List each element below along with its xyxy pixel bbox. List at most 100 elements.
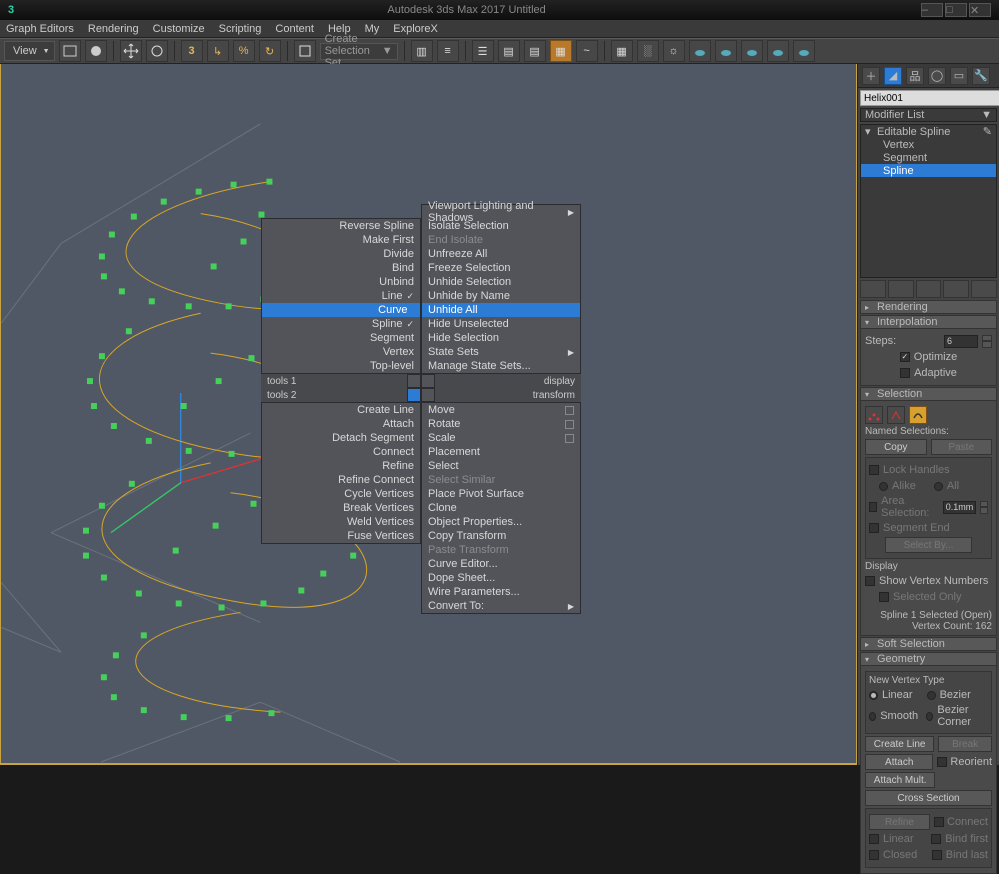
- tab-create[interactable]: ＋: [862, 67, 880, 85]
- q-refine-connect[interactable]: Refine Connect: [262, 473, 420, 487]
- adaptive-checkbox[interactable]: [900, 368, 910, 378]
- modifier-stack[interactable]: ▾Editable Spline✎ Vertex Segment Spline: [860, 124, 997, 278]
- q-select[interactable]: Select: [422, 459, 580, 473]
- move-tool[interactable]: [120, 40, 142, 62]
- linear-radio[interactable]: [869, 691, 878, 700]
- render-button[interactable]: [85, 40, 107, 62]
- q-unhide-by-name[interactable]: Unhide by Name: [422, 289, 580, 303]
- snap-toggle-button[interactable]: %: [233, 40, 255, 62]
- material-editor-button[interactable]: ~: [576, 40, 598, 62]
- selection-set-dropdown[interactable]: Create Selection Set▼: [320, 43, 398, 60]
- q-make-first[interactable]: Make First: [262, 233, 420, 247]
- optimize-checkbox[interactable]: [900, 352, 910, 362]
- teapot3-button[interactable]: [741, 40, 763, 62]
- tab-display[interactable]: ▭: [950, 67, 968, 85]
- pin-stack-button[interactable]: [860, 280, 886, 298]
- q-scale[interactable]: Scale: [422, 431, 580, 445]
- q-bind[interactable]: Bind: [262, 261, 420, 275]
- q-line[interactable]: Line✓: [262, 289, 420, 303]
- q-connect[interactable]: Connect: [262, 445, 420, 459]
- q-viewport-lighting[interactable]: Viewport Lighting and Shadows▶: [422, 205, 580, 219]
- q-move[interactable]: Move: [422, 403, 580, 417]
- smooth-radio[interactable]: [869, 712, 876, 721]
- q-spline[interactable]: Spline✓: [262, 317, 420, 331]
- q-hide-unselected[interactable]: Hide Unselected: [422, 317, 580, 331]
- teapot2-button[interactable]: [715, 40, 737, 62]
- teapot4-button[interactable]: [767, 40, 789, 62]
- q-break-vertices[interactable]: Break Vertices: [262, 501, 420, 515]
- render-setup-button[interactable]: [59, 40, 81, 62]
- rollout-selection[interactable]: ▾Selection: [860, 387, 997, 401]
- rollout-geometry[interactable]: ▾Geometry: [860, 652, 997, 666]
- viewport[interactable]: Reverse Spline Make First Divide Bind Un…: [0, 64, 857, 765]
- q-unbind[interactable]: Unbind: [262, 275, 420, 289]
- teapot5-button[interactable]: [793, 40, 815, 62]
- modifier-list-dropdown[interactable]: Modifier List▼: [860, 108, 997, 122]
- q-curve[interactable]: Curve: [262, 303, 420, 317]
- q-copy-transform[interactable]: Copy Transform: [422, 529, 580, 543]
- menu-graph-editors[interactable]: Graph Editors: [6, 23, 74, 35]
- scene-explorer-button[interactable]: ▤: [498, 40, 520, 62]
- show-vertex-numbers-checkbox[interactable]: [865, 576, 875, 586]
- q-curve-editor[interactable]: Curve Editor...: [422, 557, 580, 571]
- menu-scripting[interactable]: Scripting: [219, 23, 262, 35]
- maximize-button[interactable]: □: [945, 3, 967, 17]
- edit-named-sel-button[interactable]: [294, 40, 316, 62]
- rendered-frame-button[interactable]: ░: [637, 40, 659, 62]
- rollout-soft-selection[interactable]: ▸Soft Selection: [860, 637, 997, 651]
- break-button[interactable]: Break: [938, 736, 992, 752]
- configure-sets-button[interactable]: [971, 280, 997, 298]
- q-vertex[interactable]: Vertex: [262, 345, 420, 359]
- q-wire-parameters[interactable]: Wire Parameters...: [422, 585, 580, 599]
- rotate-tool[interactable]: [146, 40, 168, 62]
- q-unfreeze-all[interactable]: Unfreeze All: [422, 247, 580, 261]
- bcorner-radio[interactable]: [926, 712, 933, 721]
- tab-motion[interactable]: ◯: [928, 67, 946, 85]
- teapot1-button[interactable]: [689, 40, 711, 62]
- q-weld-vertices[interactable]: Weld Vertices: [262, 515, 420, 529]
- rollout-interpolation[interactable]: ▾Interpolation: [860, 315, 997, 329]
- q-paste-transform[interactable]: Paste Transform: [422, 543, 580, 557]
- steps-spinner[interactable]: 6: [944, 335, 978, 348]
- q-cycle-vertices[interactable]: Cycle Vertices: [262, 487, 420, 501]
- stack-spline[interactable]: Spline: [883, 165, 914, 177]
- close-button[interactable]: ✕: [969, 3, 991, 17]
- quick-render-button[interactable]: ☼: [663, 40, 685, 62]
- stack-vertex[interactable]: Vertex: [883, 139, 914, 151]
- q-place-pivot[interactable]: Place Pivot Surface: [422, 487, 580, 501]
- q-object-properties[interactable]: Object Properties...: [422, 515, 580, 529]
- reorient-checkbox[interactable]: [937, 757, 947, 767]
- menu-rendering[interactable]: Rendering: [88, 23, 139, 35]
- q-end-isolate[interactable]: End Isolate: [422, 233, 580, 247]
- show-end-button[interactable]: [888, 280, 914, 298]
- q-clone[interactable]: Clone: [422, 501, 580, 515]
- subobj-segment[interactable]: [887, 406, 905, 424]
- q-reverse-spline[interactable]: Reverse Spline: [262, 219, 420, 233]
- menu-content[interactable]: Content: [275, 23, 314, 35]
- q-attach[interactable]: Attach: [262, 417, 420, 431]
- paste-sel-button[interactable]: Paste: [931, 439, 993, 455]
- snap-percent-button[interactable]: ↳: [207, 40, 229, 62]
- q-select-similar[interactable]: Select Similar: [422, 473, 580, 487]
- tab-utilities[interactable]: 🔧: [972, 67, 990, 85]
- layer-explorer-button[interactable]: ☰: [472, 40, 494, 62]
- q-dope-sheet[interactable]: Dope Sheet...: [422, 571, 580, 585]
- minimize-button[interactable]: –: [921, 3, 943, 17]
- create-line-button[interactable]: Create Line: [865, 736, 934, 752]
- q-rotate[interactable]: Rotate: [422, 417, 580, 431]
- q-refine[interactable]: Refine: [262, 459, 420, 473]
- steps-spin[interactable]: [982, 335, 992, 348]
- rollout-rendering[interactable]: ▸Rendering: [860, 300, 997, 314]
- render-setup2-button[interactable]: ▦: [611, 40, 633, 62]
- copy-sel-button[interactable]: Copy: [865, 439, 927, 455]
- q-create-line[interactable]: Create Line: [262, 403, 420, 417]
- attach-mult-button[interactable]: Attach Mult.: [865, 772, 935, 788]
- tab-hierarchy[interactable]: 品: [906, 67, 924, 85]
- tab-modify[interactable]: ◢: [884, 67, 902, 85]
- q-freeze-selection[interactable]: Freeze Selection: [422, 261, 580, 275]
- q-placement[interactable]: Placement: [422, 445, 580, 459]
- spinner-snap-button[interactable]: ↻: [259, 40, 281, 62]
- q-manage-state-sets[interactable]: Manage State Sets...: [422, 359, 580, 373]
- attach-button[interactable]: Attach: [865, 754, 933, 770]
- subobj-vertex[interactable]: [865, 406, 883, 424]
